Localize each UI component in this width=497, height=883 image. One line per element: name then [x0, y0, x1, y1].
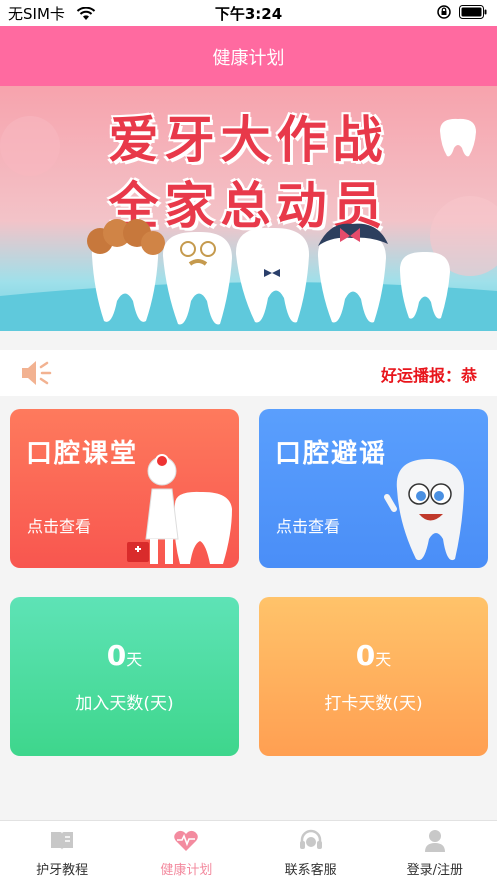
tab-contact-service[interactable]: 联系客服	[249, 821, 373, 883]
tooth-family-illustration	[87, 118, 476, 325]
tab-login-register[interactable]: 登录/注册	[373, 821, 497, 883]
broadcast-bar: 好运播报：恭	[0, 350, 497, 396]
join-days-value: 0天	[10, 639, 239, 672]
tab-bar: 护牙教程 健康计划 联系客服 登录/注册	[0, 820, 497, 883]
tab-health-plan[interactable]: 健康计划	[124, 821, 248, 883]
oral-rumor-card[interactable]: 口腔避谣 点击查看	[259, 409, 488, 568]
orientation-lock-icon	[437, 5, 451, 19]
nav-bar: 健康计划	[0, 26, 497, 86]
doctor-illustration	[127, 454, 232, 564]
tab-label: 健康计划	[160, 863, 213, 878]
checkin-days-label: 打卡天数(天)	[324, 694, 423, 714]
join-days-label: 加入天数(天)	[75, 694, 174, 714]
oral-class-card[interactable]: 口腔课堂 点击查看	[10, 409, 239, 568]
tab-label: 登录/注册	[406, 863, 464, 878]
user-icon	[424, 830, 445, 852]
page-title: 健康计划	[212, 48, 285, 69]
join-days-card: 0天 加入天数(天)	[10, 597, 239, 756]
tab-label: 联系客服	[284, 863, 337, 878]
join-days-number: 0	[106, 639, 127, 672]
promo-banner[interactable]: 爱牙大作战 全家总动员	[0, 86, 497, 331]
book-icon	[51, 832, 74, 850]
checkin-days-value: 0天	[259, 639, 488, 672]
heart-pulse-icon	[174, 830, 199, 851]
status-time: 下午3:24	[214, 5, 283, 23]
status-right	[437, 5, 487, 19]
checkin-days-unit: 天	[375, 650, 392, 669]
tooth-mascot-illustration	[384, 459, 464, 561]
join-days-unit: 天	[126, 650, 143, 669]
battery-icon	[459, 5, 487, 19]
tab-label: 护牙教程	[36, 863, 89, 878]
checkin-days-card[interactable]: 0天 打卡天数(天)	[259, 597, 488, 756]
tab-tooth-care-tutorial[interactable]: 护牙教程	[0, 821, 124, 883]
checkin-days-number: 0	[355, 639, 376, 672]
status-bar: 无SIM卡 下午3:24	[0, 0, 497, 26]
broadcast-text: 好运播报：恭	[380, 366, 477, 385]
speaker-icon	[22, 361, 52, 385]
headset-icon	[299, 829, 322, 849]
